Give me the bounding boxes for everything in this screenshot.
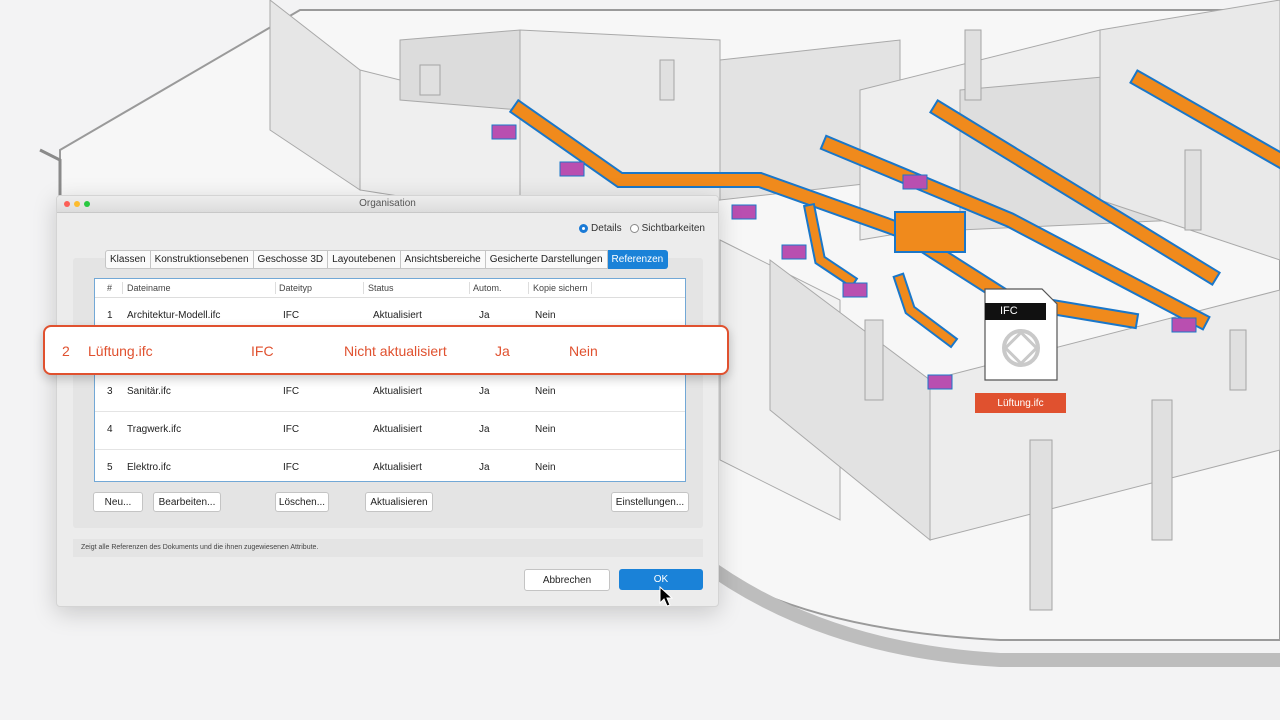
callout-auto: Ja (495, 343, 510, 359)
dialog-title: Organisation (359, 198, 416, 209)
tab-stories[interactable]: Geschosse 3D (253, 250, 329, 269)
tab-saved-views[interactable]: Gesicherte Darstellungen (485, 250, 608, 269)
view-mode-radio-group: Details Sichtbarkeiten (579, 223, 705, 234)
row-filetype: IFC (283, 462, 300, 473)
column-header-backup[interactable]: Kopie sichern (533, 283, 588, 293)
row-auto: Ja (479, 424, 490, 435)
radio-details[interactable]: Details (579, 223, 622, 234)
column-header-index[interactable]: # (107, 283, 112, 293)
row-status: Aktualisiert (373, 462, 422, 473)
row-auto: Ja (479, 310, 490, 321)
column-divider (275, 282, 276, 294)
radio-selected-icon (579, 224, 589, 233)
update-reference-button[interactable]: Aktualisieren (365, 492, 433, 512)
maximize-window-button[interactable] (84, 201, 90, 207)
callout-backup: Nein (569, 343, 598, 359)
column-header-filename[interactable]: Dateiname (127, 283, 171, 293)
tab-references[interactable]: Referenzen (607, 250, 669, 269)
table-header: # Dateiname Dateityp Status Autom. Kopie… (95, 279, 685, 298)
column-divider (363, 282, 364, 294)
column-divider (591, 282, 592, 294)
tab-sheet-layers[interactable]: Layoutebenen (328, 250, 401, 269)
row-index: 4 (107, 424, 113, 435)
row-filename: Elektro.ifc (127, 462, 171, 473)
row-filename: Tragwerk.ifc (127, 424, 182, 435)
callout-index: 2 (62, 343, 70, 359)
column-divider (528, 282, 529, 294)
row-index: 1 (107, 310, 113, 321)
callout-status: Nicht aktualisiert (344, 343, 447, 359)
dialog-titlebar: Organisation (57, 196, 718, 213)
table-row[interactable]: 4 Tragwerk.ifc IFC Aktualisiert Ja Nein (95, 412, 685, 450)
row-backup: Nein (535, 424, 556, 435)
mouse-pointer-icon (659, 586, 673, 607)
row-backup: Nein (535, 462, 556, 473)
row-filetype: IFC (283, 386, 300, 397)
settings-button[interactable]: Einstellungen... (611, 492, 689, 512)
tab-viewports[interactable]: Ansichtsbereiche (400, 250, 486, 269)
column-header-auto[interactable]: Autom. (473, 283, 502, 293)
radio-unselected-icon (629, 224, 639, 233)
column-divider (122, 282, 123, 294)
row-backup: Nein (535, 310, 556, 321)
row-status: Aktualisiert (373, 424, 422, 435)
column-header-status[interactable]: Status (368, 283, 394, 293)
radio-visibility-label: Sichtbarkeiten (641, 223, 705, 234)
callout-filename: Lüftung.ifc (88, 343, 153, 359)
ifc-file-type-label: IFC (1000, 305, 1018, 317)
row-status: Aktualisiert (373, 310, 422, 321)
tab-layers[interactable]: Konstruktionsebenen (150, 250, 254, 269)
row-status: Aktualisiert (373, 386, 422, 397)
new-reference-button[interactable]: Neu... (93, 492, 143, 512)
table-row[interactable]: 5 Elektro.ifc IFC Aktualisiert Ja Nein (95, 450, 685, 488)
highlighted-row-callout[interactable]: 2 Lüftung.ifc IFC Nicht aktualisiert Ja … (43, 325, 729, 375)
row-index: 5 (107, 462, 113, 473)
cancel-button[interactable]: Abbrechen (524, 569, 610, 591)
column-divider (469, 282, 470, 294)
edit-reference-button[interactable]: Bearbeiten... (153, 492, 221, 512)
row-backup: Nein (535, 386, 556, 397)
radio-details-label: Details (591, 223, 622, 234)
row-filename: Sanitär.ifc (127, 386, 171, 397)
row-filename: Architektur-Modell.ifc (127, 310, 221, 321)
ifc-file-name-tag: Lüftung.ifc (975, 393, 1066, 413)
ifc-file-icon (984, 288, 1058, 381)
delete-reference-button[interactable]: Löschen... (275, 492, 329, 512)
radio-visibility[interactable]: Sichtbarkeiten (629, 223, 705, 234)
row-auto: Ja (479, 462, 490, 473)
row-auto: Ja (479, 386, 490, 397)
row-filetype: IFC (283, 310, 300, 321)
status-help-text: Zeigt alle Referenzen des Dokuments und … (73, 539, 703, 557)
callout-filetype: IFC (251, 343, 274, 359)
column-header-filetype[interactable]: Dateityp (279, 283, 312, 293)
tab-classes[interactable]: Klassen (105, 250, 151, 269)
table-row[interactable]: 3 Sanitär.ifc IFC Aktualisiert Ja Nein (95, 374, 685, 412)
references-table[interactable]: # Dateiname Dateityp Status Autom. Kopie… (94, 278, 686, 488)
organisation-dialog: Organisation Details Sichtbarkeiten Klas… (56, 195, 719, 607)
minimize-window-button[interactable] (74, 201, 80, 207)
row-index: 3 (107, 386, 113, 397)
organisation-tabs: Klassen Konstruktionsebenen Geschosse 3D… (105, 250, 669, 269)
close-window-button[interactable] (64, 201, 70, 207)
row-filetype: IFC (283, 424, 300, 435)
